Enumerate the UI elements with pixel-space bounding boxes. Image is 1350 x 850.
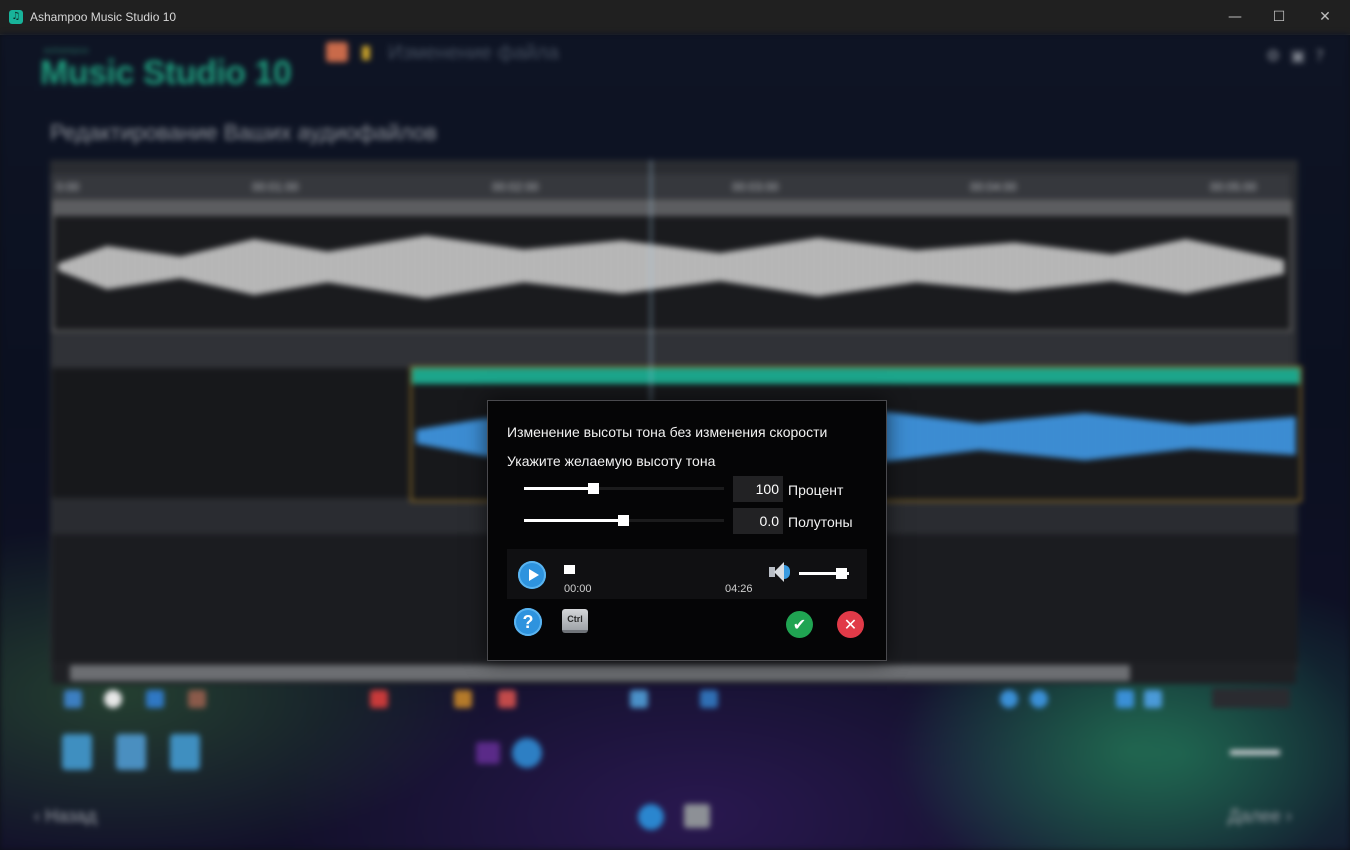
file-add-icon[interactable] [62,734,92,770]
tool-icon[interactable] [454,690,472,708]
playhead[interactable] [650,160,652,420]
home-icon[interactable] [326,42,348,62]
clip-label [412,368,1300,384]
semitones-input[interactable]: 0.0 [733,508,783,534]
tool-icon[interactable] [1116,690,1134,708]
app-window: ♫ Ashampoo Music Studio 10 — ☐ ✕ ashampo… [0,0,1350,850]
percent-label: Процент [788,482,844,498]
scrollbar-thumb[interactable] [70,665,1130,681]
help-button[interactable]: ? [514,608,542,636]
percent-input[interactable]: 100 [733,476,783,502]
edit-toolbar [60,686,1300,714]
speaker-wave [784,565,790,579]
timeline-ruler: 0:00 00:01:00 00:02:00 00:03:00 00:04:00… [50,174,1290,200]
page-title: Редактирование Ваших аудиофайлов [50,120,437,145]
ruler-tick: 00:02:00 [492,180,539,194]
background-play-icon[interactable] [512,738,542,768]
semitones-slider-fill [524,519,624,522]
time-current: 00:00 [564,583,592,595]
volume-slider-thumb[interactable] [836,568,847,579]
track-gap [52,334,1292,368]
semitones-slider[interactable] [524,515,724,526]
breadcrumb-separator-icon [362,46,370,60]
ruler-tick: 00:04:00 [970,180,1017,194]
timecode-display [1212,688,1290,708]
position-slider-thumb[interactable] [564,565,575,574]
app-logo: Music Studio 10 [40,54,292,92]
timeline-scrollbar[interactable] [52,662,1296,684]
tool-icon[interactable] [498,690,516,708]
minimize-button[interactable]: — [1212,0,1258,34]
file-export-icon[interactable] [170,734,200,770]
next-button[interactable]: Далее › [1228,806,1292,827]
top-toolbar-icons[interactable]: ⚙▣? [1266,46,1334,65]
speaker-cone [774,562,784,582]
tool-icon[interactable] [104,690,122,708]
preview-player: 00:00 04:26 [507,549,867,599]
dialog-title: Изменение высоты тона без изменения скор… [507,424,828,440]
next-label: Далее [1228,806,1281,826]
percent-slider[interactable] [524,483,724,494]
back-button[interactable]: ‹ Назад [34,806,97,827]
cancel-button[interactable]: ✕ [837,611,864,638]
background-keyboard-icon[interactable] [684,804,710,828]
position-slider[interactable] [564,565,754,574]
background-media-icon[interactable] [476,742,500,764]
source-track[interactable] [52,200,1292,332]
ruler-tick: 00:03:00 [732,180,779,194]
music-note-icon: ♫ [9,10,23,24]
title-bar: ♫ Ashampoo Music Studio 10 — ☐ ✕ [0,0,1350,35]
waveform [58,235,1284,299]
file-edit-icon[interactable] [116,734,146,770]
play-icon[interactable] [518,561,546,589]
maximize-button[interactable]: ☐ [1256,0,1302,34]
back-label: Назад [45,806,97,826]
ctrl-key-icon[interactable]: Ctrl [562,609,588,633]
percent-slider-fill [524,487,594,490]
ruler-tick: 00:01:00 [252,180,299,194]
tool-icon[interactable] [146,690,164,708]
tool-icon[interactable] [700,690,718,708]
volume-slider[interactable] [799,568,849,579]
dialog-subtitle: Укажите желаемую высоту тона [507,453,716,469]
tool-icon[interactable] [64,690,82,708]
background-help-icon[interactable] [638,804,664,830]
semitones-label: Полутоны [788,514,853,530]
ok-button[interactable]: ✔ [786,611,813,638]
tool-icon[interactable] [370,690,388,708]
tool-icon[interactable] [1144,690,1162,708]
percent-slider-thumb[interactable] [588,483,599,494]
tool-icon[interactable] [630,690,648,708]
ruler-tick: 0:00 [56,180,80,194]
close-window-button[interactable]: ✕ [1302,0,1348,34]
speaker-icon[interactable] [769,561,790,583]
window-title: Ashampoo Music Studio 10 [30,10,177,24]
breadcrumb: Изменение файла [388,42,560,64]
time-total: 04:26 [725,583,753,595]
semitones-slider-thumb[interactable] [618,515,629,526]
track-label [54,202,1290,216]
ruler-tick: 00:05:00 [1210,180,1257,194]
tool-icon[interactable] [1000,690,1018,708]
background-volume-slider[interactable] [1230,750,1280,755]
tool-icon[interactable] [1030,690,1048,708]
tool-icon[interactable] [188,690,206,708]
pitch-change-dialog: Изменение высоты тона без изменения скор… [487,400,887,661]
